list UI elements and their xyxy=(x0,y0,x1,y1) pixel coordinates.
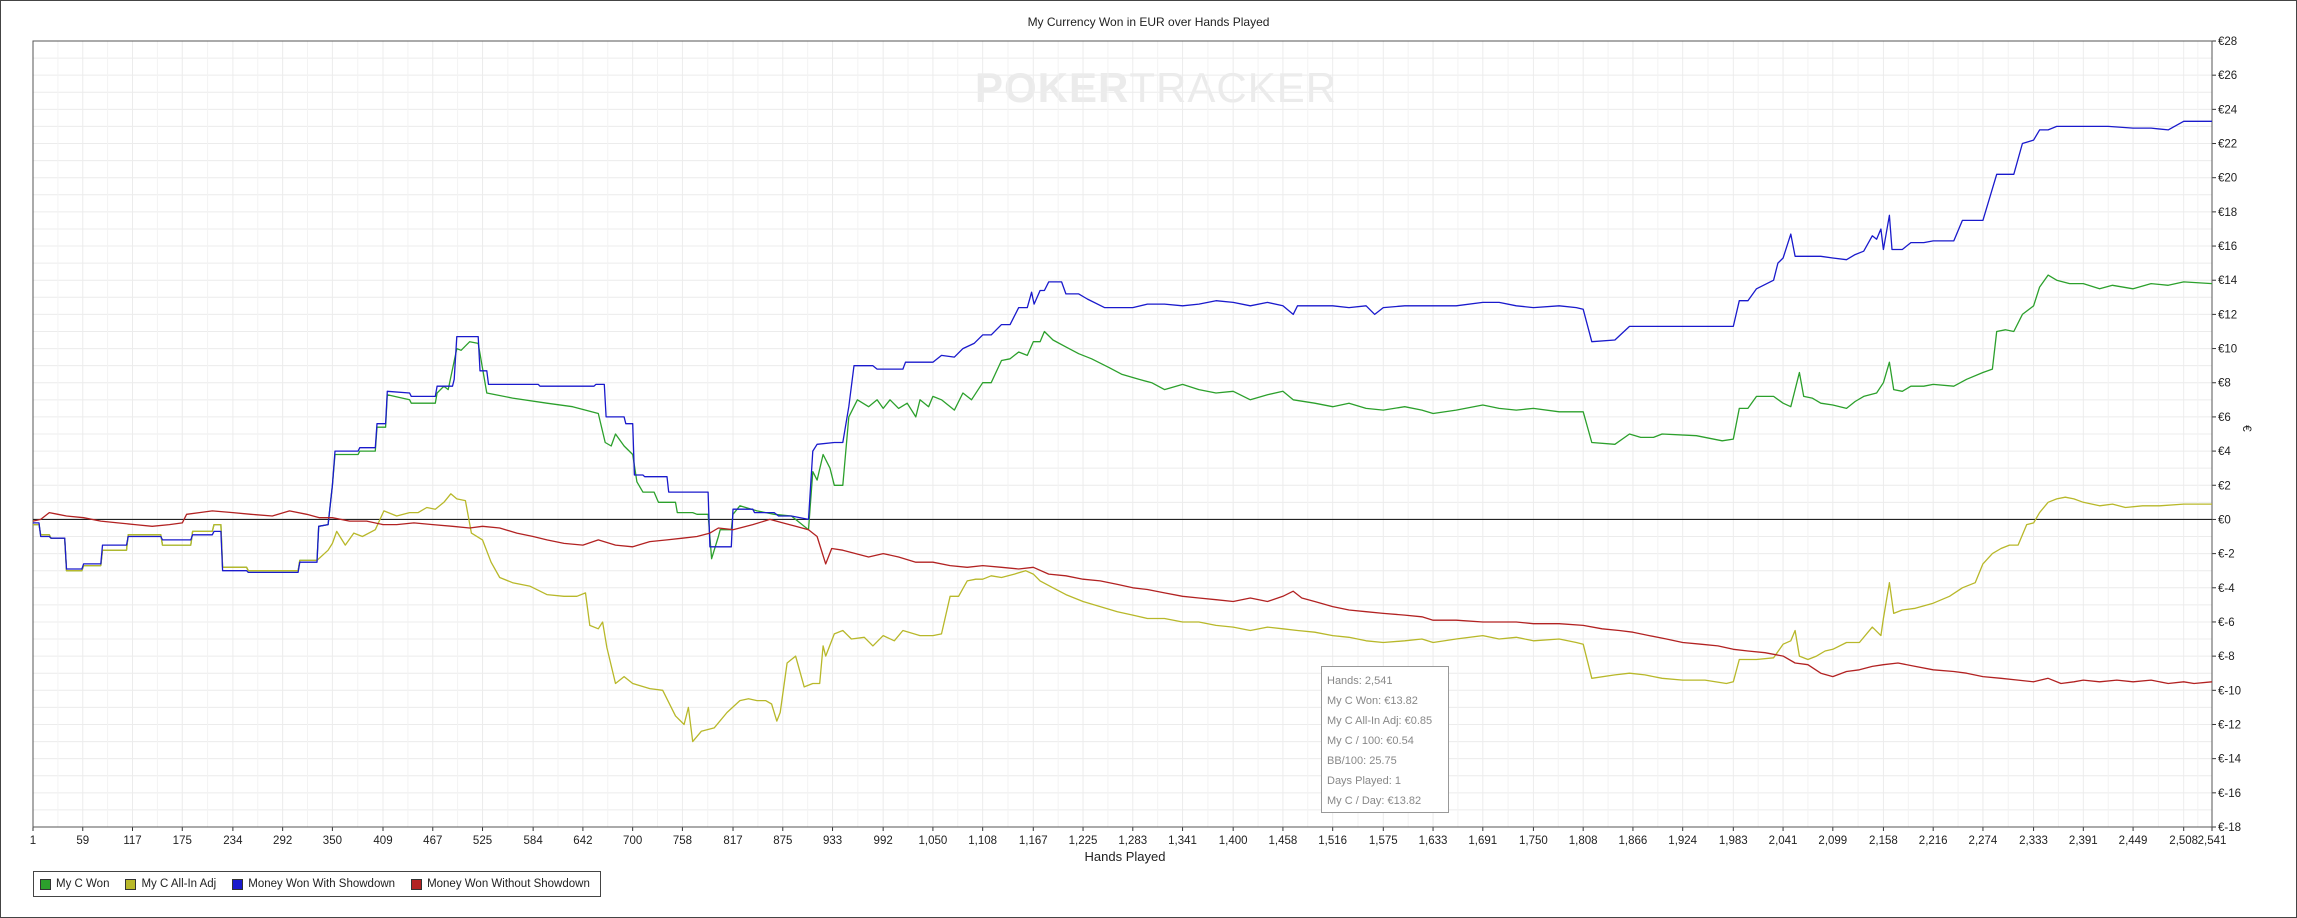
x-tick-label: 1,983 xyxy=(1719,835,1748,847)
legend-swatch xyxy=(40,878,51,890)
legend-label: My C Won xyxy=(56,878,110,890)
y-tick-label: €18 xyxy=(2218,207,2237,219)
x-tick-label: 1,400 xyxy=(1219,835,1248,847)
x-tick-label: 1,866 xyxy=(1619,835,1648,847)
x-tick-label: 1 xyxy=(30,835,36,847)
y-tick-label: €4 xyxy=(2218,446,2231,458)
y-tick-label: €-8 xyxy=(2218,651,2235,663)
legend-swatch xyxy=(232,878,244,890)
legend-item-money-won-with-showdown[interactable]: Money Won With Showdown xyxy=(232,878,395,890)
y-tick-label: €10 xyxy=(2218,344,2237,356)
legend-swatch xyxy=(411,878,423,890)
y-tick-label: €6 xyxy=(2218,412,2231,424)
series-line-my-c-won xyxy=(33,274,2213,572)
x-tick-label: 1,050 xyxy=(919,835,948,847)
y-tick-label: €-2 xyxy=(2218,549,2235,561)
x-tick-label: 1,108 xyxy=(968,835,997,847)
x-tick-label: 292 xyxy=(273,835,292,847)
x-tick-label: 584 xyxy=(524,835,544,847)
x-tick-label: 409 xyxy=(373,835,392,847)
info-bb-per-100: BB/100: 25.75 xyxy=(1327,755,1397,767)
x-tick-label: 2,541 xyxy=(2198,835,2227,847)
y-axis-label: € xyxy=(2240,425,2254,432)
y-tick-label: €-10 xyxy=(2218,685,2241,697)
x-tick-label: 1,341 xyxy=(1168,835,1197,847)
x-tick-label: 1,575 xyxy=(1369,835,1398,847)
y-tick-label: €-12 xyxy=(2218,719,2241,731)
y-tick-label: €-16 xyxy=(2218,788,2241,800)
y-tick-label: €8 xyxy=(2218,378,2231,390)
legend-item-money-won-without-showdown[interactable]: Money Won Without Showdown xyxy=(411,878,590,890)
x-tick-label: 1,750 xyxy=(1519,835,1548,847)
x-tick-label: 1,516 xyxy=(1318,835,1347,847)
x-tick-label: 1,167 xyxy=(1019,835,1048,847)
info-my-c-per-100: My C / 100: €0.54 xyxy=(1327,735,1414,747)
info-my-c-won: My C Won: €13.82 xyxy=(1327,695,1418,707)
x-tick-label: 2,216 xyxy=(1919,835,1948,847)
x-tick-label: 875 xyxy=(773,835,792,847)
x-tick-label: 2,274 xyxy=(1969,835,1998,847)
x-tick-label: 642 xyxy=(573,835,592,847)
y-tick-label: €24 xyxy=(2218,104,2238,116)
x-tick-label: 817 xyxy=(723,835,742,847)
x-tick-label: 1,283 xyxy=(1118,835,1147,847)
x-tick-label: 1,691 xyxy=(1468,835,1497,847)
x-tick-label: 1,458 xyxy=(1269,835,1298,847)
chart-plot: €28 €26 €24 €22 €20 €18 €16 €14 €12 €10 €8 €6 €4 €2 €0… xyxy=(30,36,2242,847)
x-tick-label: 700 xyxy=(623,835,642,847)
legend-label: Money Won With Showdown xyxy=(248,878,396,890)
y-tick-label: €-4 xyxy=(2218,583,2235,595)
x-tick-label: 1,633 xyxy=(1419,835,1448,847)
y-tick-label: €20 xyxy=(2218,173,2237,185)
x-tick-label: 2,041 xyxy=(1769,835,1798,847)
y-tick-label: €12 xyxy=(2218,309,2237,321)
legend-label: Money Won Without Showdown xyxy=(427,878,590,890)
x-tick-label: 350 xyxy=(323,835,342,847)
x-tick-label: 2,158 xyxy=(1869,835,1898,847)
x-tick-label: 758 xyxy=(673,835,692,847)
legend-label: My C All-In Adj xyxy=(141,878,217,890)
y-tick-label: €0 xyxy=(2218,514,2231,526)
y-tick-label: €-18 xyxy=(2218,822,2241,834)
y-tick-label: €16 xyxy=(2218,241,2237,253)
info-my-c-per-day: My C / Day: €13.82 xyxy=(1327,795,1422,807)
legend-item-my-c-won[interactable]: My C Won xyxy=(40,878,109,890)
x-tick-label: 1,924 xyxy=(1668,835,1697,847)
x-tick-label: 59 xyxy=(76,835,89,847)
x-tick-label: 117 xyxy=(123,835,141,847)
chart-legend: My C Won My C All-In Adj Money Won With … xyxy=(33,871,601,897)
x-tick-label: 467 xyxy=(423,835,442,847)
y-tick-label: €14 xyxy=(2218,275,2238,287)
y-tick-label: €26 xyxy=(2218,70,2237,82)
x-tick-label: 2,508 xyxy=(2169,835,2198,847)
x-tick-label: 525 xyxy=(473,835,492,847)
x-tick-label: 933 xyxy=(823,835,842,847)
series-line-money-won-with-showdown xyxy=(33,120,2212,574)
info-hands: Hands: 2,541 xyxy=(1327,675,1393,687)
x-tick-label: 1,225 xyxy=(1069,835,1098,847)
legend-item-my-c-all-in-adj[interactable]: My C All-In Adj xyxy=(125,878,216,890)
y-tick-label: €2 xyxy=(2218,480,2231,492)
x-tick-label: 2,333 xyxy=(2019,835,2048,847)
x-tick-label: 992 xyxy=(874,835,893,847)
y-tick-label: €28 xyxy=(2218,36,2237,48)
x-tick-label: 2,391 xyxy=(2069,835,2098,847)
y-tick-label: €-14 xyxy=(2218,754,2242,766)
x-tick-label: 2,449 xyxy=(2119,835,2148,847)
x-tick-label: 1,808 xyxy=(1569,835,1598,847)
x-axis-label: Hands Played xyxy=(1084,849,1166,864)
stats-info-box: Hands: 2,541 My C Won: €13.82 My C All-I… xyxy=(1321,666,1449,813)
info-days-played: Days Played: 1 xyxy=(1327,775,1401,787)
y-tick-label: €22 xyxy=(2218,139,2237,151)
legend-swatch xyxy=(125,878,137,890)
x-tick-label: 234 xyxy=(223,835,243,847)
x-tick-label: 175 xyxy=(173,835,192,847)
series-line-my-c-all-in-adj xyxy=(33,493,2212,743)
x-tick-label: 2,099 xyxy=(1818,835,1847,847)
info-all-in-adj: My C All-In Adj: €0.85 xyxy=(1327,715,1433,727)
y-tick-label: €-6 xyxy=(2218,617,2235,629)
